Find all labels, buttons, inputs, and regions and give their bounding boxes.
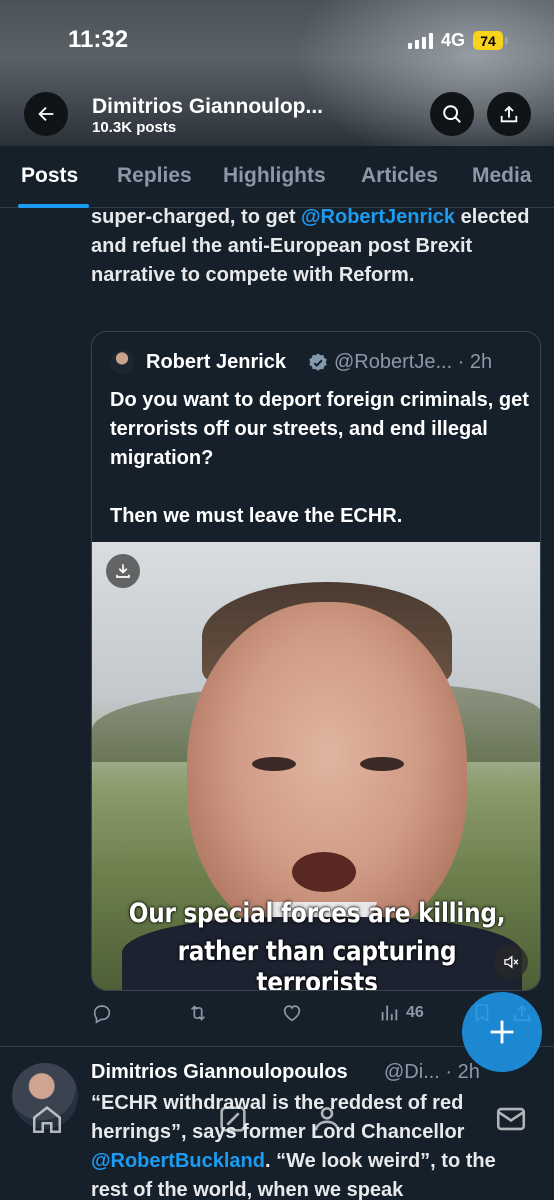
views-icon xyxy=(381,1005,398,1021)
back-button[interactable] xyxy=(24,92,68,136)
messages-icon[interactable] xyxy=(494,1102,528,1136)
repost-button[interactable] xyxy=(186,1002,210,1024)
quoted-text: Do you want to deport foreign criminals,… xyxy=(110,389,529,527)
download-button[interactable] xyxy=(106,554,140,588)
mention-link[interactable]: @RobertBuckland xyxy=(91,1150,265,1172)
tab-media[interactable]: Media xyxy=(472,164,532,188)
tab-articles[interactable]: Articles xyxy=(361,164,438,188)
mute-icon xyxy=(504,955,519,969)
profile-tabs: Posts Replies Highlights Articles Media xyxy=(0,146,554,208)
search-button[interactable] xyxy=(430,92,474,136)
video-caption-line: Our special forces are killing, xyxy=(128,898,506,929)
like-icon xyxy=(283,1005,301,1022)
quoted-handle-time: @RobertJe... · 2h xyxy=(334,351,493,373)
status-indicators: 4G 74 xyxy=(407,30,508,51)
back-arrow-icon xyxy=(38,106,54,122)
search-icon xyxy=(443,105,461,123)
tab-highlights[interactable]: Highlights xyxy=(223,164,326,188)
retweet-icon xyxy=(190,1005,206,1021)
signal-icon xyxy=(407,32,433,49)
tab-posts[interactable]: Posts xyxy=(21,164,78,188)
author-name[interactable]: Dimitrios Giannoulopoulos xyxy=(91,1061,348,1084)
quoted-post[interactable]: Robert Jenrick @RobertJe... · 2h Do you … xyxy=(91,331,541,991)
bottom-navigation xyxy=(0,1090,554,1150)
communities-icon[interactable] xyxy=(310,1102,344,1136)
post-text: super-charged, to get @RobertJenrick ele… xyxy=(91,203,531,290)
video-caption-line: rather than capturing terrorists xyxy=(177,936,457,991)
verified-icon xyxy=(309,353,327,371)
tab-replies[interactable]: Replies xyxy=(117,164,192,188)
share-icon xyxy=(500,105,518,123)
compose-plus-icon xyxy=(490,1020,514,1044)
profile-header: 11:32 4G 74 Dimitrios Giannoulop... 10.3… xyxy=(0,0,554,146)
network-label: 4G xyxy=(440,30,465,50)
views-button[interactable]: 46 xyxy=(378,1002,424,1024)
quoted-author-name: Robert Jenrick xyxy=(146,351,287,373)
like-button[interactable] xyxy=(281,1002,303,1024)
reply-button[interactable] xyxy=(91,1002,113,1024)
status-time: 11:32 xyxy=(68,26,129,53)
grok-icon[interactable] xyxy=(216,1102,250,1136)
post-text-part: super-charged, to get xyxy=(91,206,302,228)
mute-button[interactable] xyxy=(494,945,528,979)
views-count: 46 xyxy=(406,1004,424,1021)
video-frame-eye xyxy=(252,757,296,771)
compose-button[interactable] xyxy=(462,992,542,1072)
video-frame-mouth xyxy=(292,852,356,892)
share-profile-button[interactable] xyxy=(487,92,531,136)
post-count: 10.3K posts xyxy=(92,119,177,136)
home-icon[interactable] xyxy=(30,1102,64,1136)
active-tab-indicator xyxy=(18,204,89,208)
author-handle-time: @Di... · 2h xyxy=(384,1061,480,1083)
reply-icon xyxy=(93,1005,111,1024)
download-icon xyxy=(116,564,130,578)
video-player[interactable]: Our special forces are killing, rather t… xyxy=(92,542,540,991)
battery-level: 74 xyxy=(473,31,503,50)
avatar[interactable] xyxy=(110,350,134,374)
profile-name: Dimitrios Giannoulop... xyxy=(92,95,323,118)
battery-icon: 74 xyxy=(473,31,508,50)
video-frame-eye xyxy=(360,757,404,771)
mention-link[interactable]: @RobertJenrick xyxy=(301,206,455,228)
